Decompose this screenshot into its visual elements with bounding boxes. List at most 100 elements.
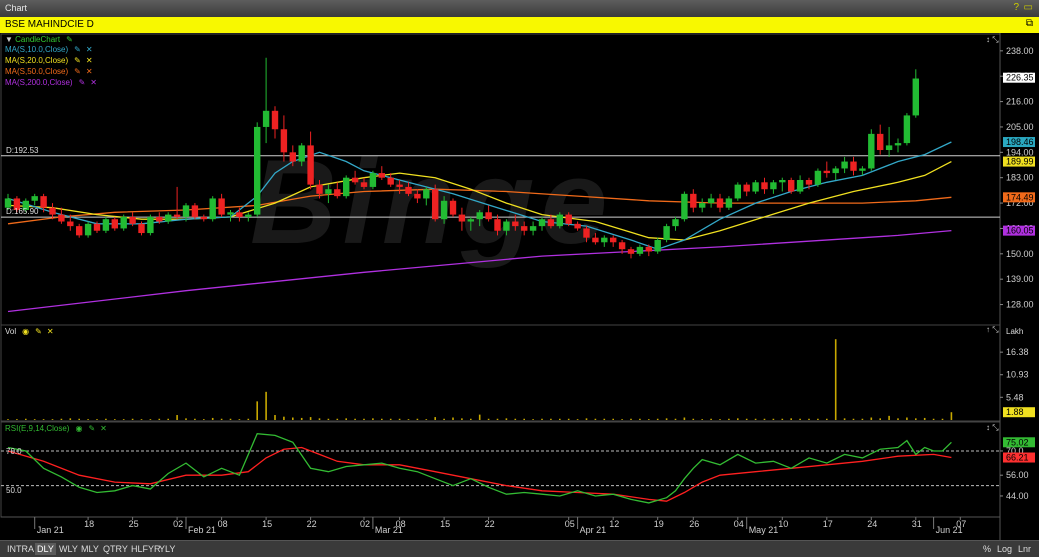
volume-bar [7, 419, 9, 420]
axis-tick-label: 56.00 [1006, 470, 1029, 480]
time-label: 10 [778, 519, 788, 529]
candle [262, 110, 270, 127]
volume-bar [799, 418, 801, 420]
volume-bar [915, 418, 917, 420]
legend-ma200[interactable]: MA(S,200.0,Close) ✎ ✕ [5, 78, 97, 87]
candle [663, 226, 670, 240]
volume-bar [950, 412, 953, 420]
volume-bar [612, 418, 614, 420]
candle [868, 133, 875, 169]
legend-label: MA(S,10.0,Close) [5, 45, 69, 54]
legend-candlechart[interactable]: ▼ CandleChart ✎ [5, 35, 73, 44]
volume-bar [425, 419, 428, 420]
tf-wly[interactable]: WLY [57, 543, 80, 555]
volume-bar [105, 418, 107, 420]
volume-bar [843, 418, 846, 420]
candle [610, 237, 617, 243]
tf-intra[interactable]: INTRA [5, 543, 36, 555]
tf-yly[interactable]: YLY [157, 543, 177, 555]
candle [254, 126, 261, 215]
candle [788, 180, 795, 192]
panel-resize-icon[interactable]: ↑ ⤡ [986, 325, 999, 335]
time-label: Feb 21 [188, 525, 216, 535]
candle [877, 133, 884, 151]
help-icon[interactable]: ? [1013, 2, 1019, 13]
candle [40, 196, 47, 208]
popout-icon[interactable]: ⧉ [1026, 18, 1033, 29]
candle [556, 214, 563, 227]
volume-bar [834, 339, 837, 420]
time-label: 15 [262, 519, 272, 529]
candle [236, 212, 243, 217]
volume-bar [149, 419, 152, 420]
tf-qtry[interactable]: QTRY [101, 543, 130, 555]
value-tag-label: 1.88 [1006, 407, 1024, 417]
tf-dly[interactable]: DLY [35, 543, 56, 555]
pencil-icon[interactable]: ✎ [35, 327, 42, 336]
volume-bar [879, 418, 881, 420]
axis-tick-label: 10.93 [1006, 370, 1029, 380]
hline-upper-label: D:192.53 [6, 146, 39, 155]
chart-header: BSE MAHINDCIE D ⧉ [0, 17, 1039, 33]
pencil-icon[interactable]: ✎ [74, 56, 81, 65]
restore-icon[interactable]: ▭ [1024, 2, 1033, 13]
pencil-icon[interactable]: ✎ [79, 78, 86, 87]
volume-bar [603, 418, 606, 420]
window-titlebar: Chart ? ▭ [0, 0, 1039, 18]
legend-vol[interactable]: Vol ◉ ✎ ✕ [5, 327, 54, 336]
pencil-icon[interactable]: ✎ [74, 67, 81, 76]
eye-icon[interactable]: ◉ [22, 327, 29, 336]
legend-rsi[interactable]: RSI(E,9,14,Close) ◉ ✎ ✕ [5, 424, 107, 433]
candle [645, 246, 652, 252]
scale-log[interactable]: Log [997, 544, 1012, 554]
volume-bar [541, 418, 543, 420]
candle [360, 182, 368, 187]
close-icon[interactable]: ✕ [100, 424, 107, 433]
pencil-icon[interactable]: ✎ [66, 35, 73, 44]
volume-bar [345, 418, 347, 420]
panel-resize-icon[interactable]: ↕ ⤡ [986, 35, 999, 45]
chart-canvas[interactable]: Binge 238.00227.00216.00205.00194.00183.… [0, 33, 1039, 540]
legend-label: Vol [5, 327, 17, 336]
close-icon[interactable]: ✕ [86, 56, 93, 65]
volume-bar [443, 418, 445, 420]
instrument-name: BSE MAHINDCIE D [5, 19, 94, 30]
volume-bar [274, 415, 276, 420]
candle [307, 145, 314, 185]
axis-tick-label: 5.48 [1006, 392, 1024, 402]
legend-label: CandleChart [15, 35, 61, 44]
candle [699, 203, 706, 208]
candle [289, 152, 296, 162]
scale-lnr[interactable]: Lnr [1018, 544, 1031, 554]
panel-resize-icon[interactable]: ↕ ⤡ [986, 423, 999, 433]
volume-bar [336, 418, 339, 420]
volume-bar [452, 417, 454, 420]
close-icon[interactable]: ✕ [86, 67, 93, 76]
volume-bar [389, 418, 392, 420]
pencil-icon[interactable]: ✎ [88, 424, 95, 433]
volume-bar [96, 419, 98, 420]
candle [814, 170, 822, 185]
tf-mly[interactable]: MLY [79, 543, 101, 555]
legend-ma50[interactable]: MA(S,50.0,Close) ✎ ✕ [5, 67, 93, 76]
axis-tick-label: 16.38 [1006, 347, 1029, 357]
volume-bar [131, 418, 134, 420]
legend-ma10[interactable]: MA(S,10.0,Close) ✎ ✕ [5, 45, 93, 54]
close-icon[interactable]: ✕ [47, 327, 54, 336]
volume-bar [203, 419, 205, 420]
volume-bar [318, 418, 321, 420]
value-tag-label: 174.49 [1006, 192, 1034, 202]
candle [343, 177, 350, 197]
legend-ma20[interactable]: MA(S,20.0,Close) ✎ ✕ [5, 56, 93, 65]
volume-bar [932, 418, 935, 420]
eye-icon[interactable]: ◉ [75, 424, 82, 433]
candle [894, 143, 902, 146]
close-icon[interactable]: ✕ [90, 78, 97, 87]
volume-bar [185, 418, 187, 420]
volume-bar [719, 419, 721, 420]
close-icon[interactable]: ✕ [86, 45, 93, 54]
legend-label: RSI(E,9,14,Close) [5, 424, 70, 433]
scale-percent[interactable]: % [983, 544, 991, 554]
pencil-icon[interactable]: ✎ [74, 45, 81, 54]
volume-bar [363, 418, 365, 420]
